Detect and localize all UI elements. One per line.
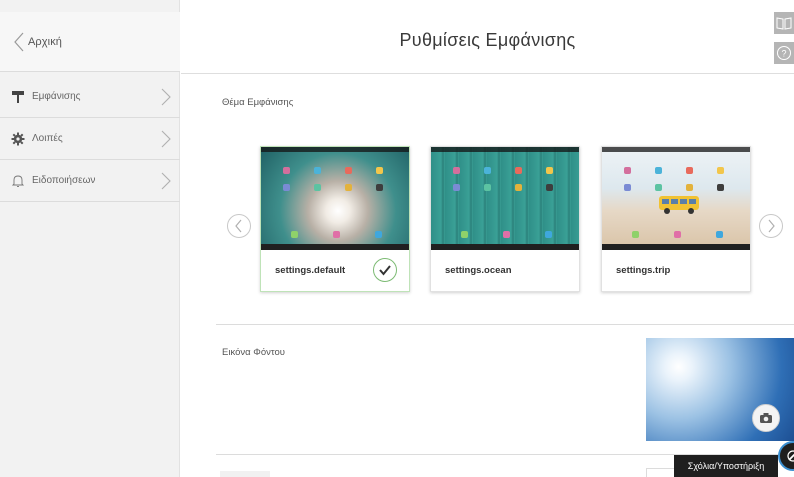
app-icon bbox=[515, 184, 522, 191]
app-icon bbox=[314, 167, 321, 174]
app-icon bbox=[674, 231, 681, 238]
app-icon bbox=[453, 184, 460, 191]
app-icon bbox=[546, 184, 553, 191]
app-icon bbox=[345, 167, 352, 174]
header: Ρυθμίσεις Εμφάνισης ? bbox=[181, 12, 794, 74]
feedback-label: Σχόλια/Υποστήριξη bbox=[687, 461, 765, 471]
preview-navbar bbox=[261, 244, 409, 250]
back-label: Αρχική bbox=[28, 35, 63, 48]
app-icon bbox=[717, 167, 724, 174]
theme-preview-default bbox=[261, 147, 409, 250]
wallpaper-section-label: Εικόνα Φόντου bbox=[222, 347, 285, 358]
sidebar-item-label: Ειδοποιήσεων bbox=[32, 175, 96, 186]
theme-section-label: Θέμα Εμφάνισης bbox=[222, 97, 294, 108]
app-icon bbox=[515, 167, 522, 174]
next-section-label-stub bbox=[220, 471, 270, 477]
change-wallpaper-button[interactable] bbox=[752, 404, 780, 432]
chevron-left-icon bbox=[235, 219, 242, 233]
app-icon bbox=[283, 184, 290, 191]
app-icon bbox=[453, 167, 460, 174]
carousel-next-button[interactable] bbox=[759, 214, 783, 238]
app-icon bbox=[716, 231, 723, 238]
theme-preview-trip bbox=[602, 147, 750, 250]
carousel-prev-button[interactable] bbox=[227, 214, 251, 238]
app-icon bbox=[624, 184, 631, 191]
bell-icon bbox=[10, 173, 26, 189]
sidebar-item-appearance[interactable]: Εμφάνισης bbox=[0, 76, 180, 118]
app-icon bbox=[686, 167, 693, 174]
sidebar-item-misc[interactable]: Λοιπές bbox=[0, 118, 180, 160]
theme-card-trip[interactable]: settings.trip bbox=[601, 146, 751, 292]
sidebar-item-notifications[interactable]: Ειδοποιήσεων bbox=[0, 160, 180, 202]
support-chat-button[interactable] bbox=[778, 441, 794, 471]
preview-navbar bbox=[431, 244, 579, 250]
sidebar-item-label: Λοιπές bbox=[32, 133, 63, 144]
app-icon bbox=[632, 231, 639, 238]
app-icon bbox=[283, 167, 290, 174]
app-icon bbox=[545, 231, 552, 238]
theme-name: settings.ocean bbox=[445, 265, 512, 276]
app-icon bbox=[291, 231, 298, 238]
app-icon bbox=[655, 184, 662, 191]
back-button[interactable]: Αρχική bbox=[0, 12, 180, 72]
app-icon bbox=[546, 167, 553, 174]
gear-icon bbox=[10, 131, 26, 147]
app-icon bbox=[345, 184, 352, 191]
app-icon bbox=[375, 231, 382, 238]
theme-name: settings.trip bbox=[616, 265, 671, 276]
app-icon bbox=[717, 184, 724, 191]
theme-card-default[interactable]: settings.default bbox=[260, 146, 410, 292]
theme-preview-ocean bbox=[431, 147, 579, 250]
app-icon bbox=[484, 184, 491, 191]
sidebar: Αρχική Εμφάνισης Λοιπές Ειδοποιήσεων bbox=[0, 0, 180, 477]
toy-bus-image bbox=[659, 196, 699, 214]
paint-roller-icon bbox=[10, 89, 26, 105]
chat-icon bbox=[787, 450, 794, 462]
next-section-control-stub bbox=[646, 468, 676, 477]
chevron-right-icon bbox=[768, 219, 775, 233]
theme-card-ocean[interactable]: settings.ocean bbox=[430, 146, 580, 292]
app-icon bbox=[314, 184, 321, 191]
section-divider bbox=[216, 324, 794, 325]
chevron-right-icon bbox=[161, 172, 171, 190]
preview-statusbar bbox=[431, 147, 579, 152]
preview-statusbar bbox=[261, 147, 409, 152]
help-icon: ? bbox=[777, 46, 791, 60]
checkmark-icon bbox=[379, 265, 391, 276]
book-button[interactable] bbox=[774, 12, 794, 34]
sidebar-item-label: Εμφάνισης bbox=[32, 91, 81, 102]
page-title: Ρυθμίσεις Εμφάνισης bbox=[399, 30, 576, 50]
app-icon bbox=[655, 167, 662, 174]
app-icon bbox=[624, 167, 631, 174]
preview-statusbar bbox=[602, 147, 750, 152]
sidebar-menu: Εμφάνισης Λοιπές Ειδοποιήσεων bbox=[0, 76, 180, 202]
chevron-right-icon bbox=[161, 88, 171, 106]
app-icon bbox=[376, 184, 383, 191]
app-icon bbox=[503, 231, 510, 238]
app-icon bbox=[686, 184, 693, 191]
app-icon bbox=[333, 231, 340, 238]
preview-navbar bbox=[602, 244, 750, 250]
app-icon bbox=[484, 167, 491, 174]
feedback-button[interactable]: Σχόλια/Υποστήριξη bbox=[674, 455, 778, 477]
help-button[interactable]: ? bbox=[774, 42, 794, 64]
chevron-left-icon bbox=[14, 32, 24, 51]
app-icon bbox=[461, 231, 468, 238]
chevron-right-icon bbox=[161, 130, 171, 148]
camera-icon bbox=[760, 413, 772, 423]
selected-check bbox=[373, 258, 397, 282]
app-icon bbox=[376, 167, 383, 174]
svg-text:?: ? bbox=[781, 49, 786, 59]
theme-name: settings.default bbox=[275, 265, 346, 276]
book-icon bbox=[776, 17, 792, 30]
